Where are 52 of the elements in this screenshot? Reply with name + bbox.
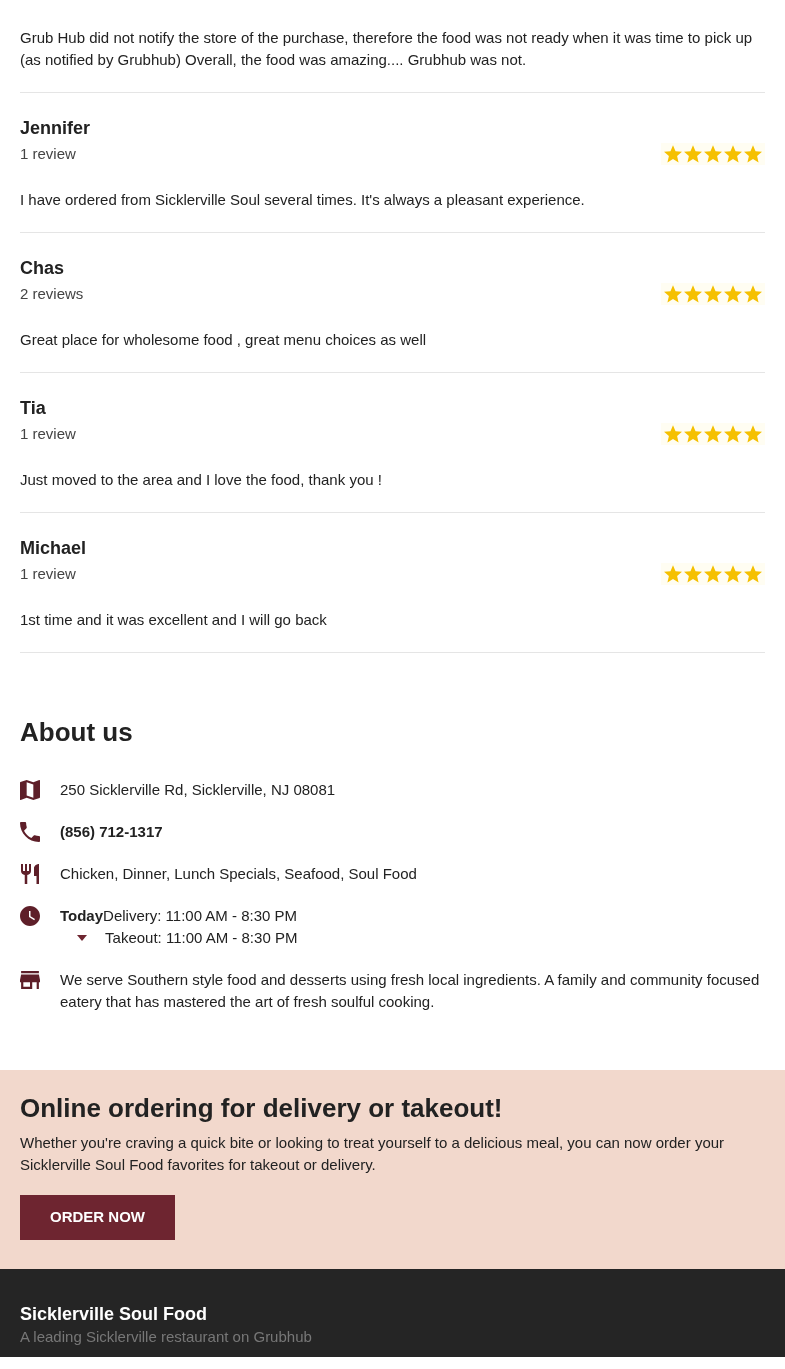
caret-down-icon[interactable] xyxy=(76,935,87,941)
reviewer-name: Jennifer xyxy=(20,117,92,139)
review-text: Just moved to the area and I love the food, thank you ! xyxy=(20,470,383,490)
star-icon xyxy=(704,285,722,303)
review-count: 1 review xyxy=(20,424,76,444)
cuisine-list: Chicken, Dinner, Lunch Specials, Seafood, Soul Food xyxy=(60,863,417,885)
promo-text: Whether you're craving a quick bite or looking to treat yourself to a delicious meal, you can now order your Sicklerville Soul Food favorites for takeout or delivery. xyxy=(20,1133,726,1175)
star-icon xyxy=(664,565,682,583)
description-text: We serve Southern style food and desserts using fresh local ingredients. A family and community focused eatery that has mastered the art of fresh soulful cooking. xyxy=(60,970,761,1012)
star-icon xyxy=(724,145,742,163)
star-icon xyxy=(704,565,722,583)
review-text: 1st time and it was excellent and I will go back xyxy=(20,610,328,630)
star-icon xyxy=(744,285,762,303)
star-icon xyxy=(724,425,742,443)
reviewer-name: Chas xyxy=(20,257,65,279)
review-count: 1 review xyxy=(20,144,76,164)
day-label: Today xyxy=(60,906,104,926)
promo-heading: Online ordering for delivery or takeout! xyxy=(20,1092,504,1124)
star-icon xyxy=(724,285,742,303)
star-icon xyxy=(664,425,682,443)
map-icon xyxy=(20,780,40,800)
phone-number: (856) 712-1317 xyxy=(60,822,163,842)
star-icon xyxy=(724,565,742,583)
hours-text: Delivery: 11:00 AM - 8:30 PM xyxy=(103,906,298,926)
review-text: Grub Hub did not notify the store of the purchase, therefore the food was not ready when it was time to pick up (as notified by Grubhub) Overall, the food was amazing.... Grubhub was not. xyxy=(20,28,754,70)
reviewer-name: Michael xyxy=(20,537,88,559)
footer-title: Sicklerville Soul Food xyxy=(20,1303,209,1325)
review-count: 1 review xyxy=(20,564,76,584)
section-heading: About us xyxy=(20,716,134,748)
phone-icon xyxy=(20,822,40,842)
hours-text: Takeout: 11:00 AM - 8:30 PM xyxy=(104,928,298,948)
review-text: Great place for wholesome food , great menu choices as well xyxy=(20,330,428,350)
fork-knife-icon xyxy=(20,864,40,884)
review-text: I have ordered from Sicklerville Soul several times. It's always a pleasant experience. xyxy=(20,190,586,210)
star-icon xyxy=(684,425,702,443)
star-icon xyxy=(684,285,702,303)
star-icon xyxy=(744,145,762,163)
star-icon xyxy=(744,425,762,443)
star-icon xyxy=(664,145,682,163)
storefront-icon xyxy=(20,970,40,990)
address-text: 250 Sicklerville Rd, Sicklerville, NJ 08081 xyxy=(60,780,336,800)
clock-icon xyxy=(20,906,40,926)
footer-tagline: A leading Sicklerville restaurant on Grubhub xyxy=(20,1327,313,1347)
review-count: 2 reviews xyxy=(20,284,84,304)
star-icon xyxy=(684,145,702,163)
star-icon xyxy=(704,145,722,163)
reviewer-name: Tia xyxy=(20,397,47,419)
star-icon xyxy=(744,565,762,583)
star-icon xyxy=(704,425,722,443)
star-icon xyxy=(664,285,682,303)
star-icon xyxy=(684,565,702,583)
order-now-button[interactable]: ORDER NOW xyxy=(20,1195,175,1240)
